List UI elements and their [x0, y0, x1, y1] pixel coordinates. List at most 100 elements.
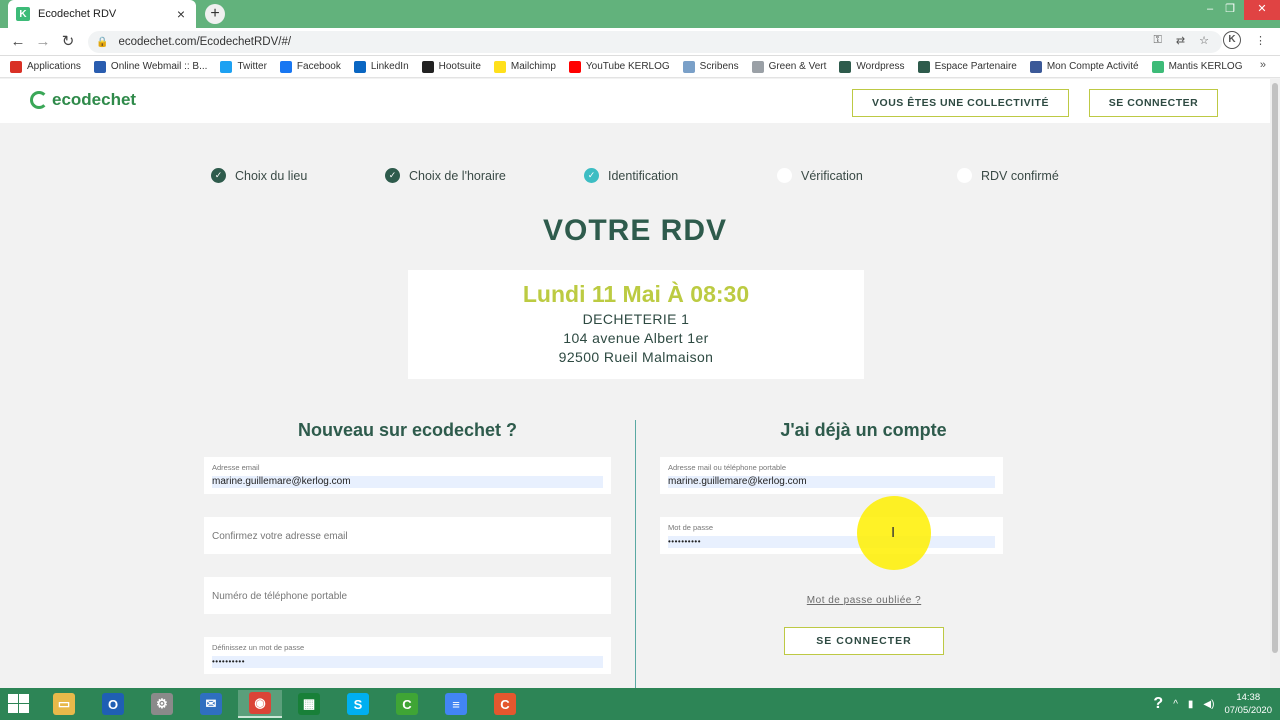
step-label: Vérification — [801, 168, 863, 183]
menu-icon[interactable]: ⋮ — [1255, 34, 1266, 47]
tray-chevron-icon[interactable]: ^ — [1173, 699, 1178, 710]
step-1: ✓ Choix du lieu — [211, 168, 307, 183]
close-tab-icon[interactable]: × — [174, 6, 188, 22]
rdv-city: 92500 Rueil Malmaison — [558, 349, 714, 365]
bookmark-label: LinkedIn — [370, 61, 409, 72]
camtasia-recorder-icon: C — [494, 693, 516, 715]
clock-time: 14:38 — [1236, 692, 1261, 703]
file-explorer-icon: ▭ — [53, 693, 75, 715]
bookmark-label: Espace Partenaire — [934, 61, 1017, 72]
rdv-address: 104 avenue Albert 1er — [563, 330, 709, 346]
step-4: Vérification — [777, 168, 863, 183]
scrollbar-thumb[interactable] — [1272, 83, 1278, 653]
phone-field[interactable]: Numéro de téléphone portable — [204, 577, 611, 614]
bookmark-label: Mantis KERLOG — [1168, 61, 1243, 72]
system-tray: ? ^ ▮ ◀) 14:38 07/05/2020 — [1153, 690, 1272, 718]
webmail-icon — [93, 60, 106, 73]
bookmark-item[interactable]: LinkedIn — [353, 60, 409, 73]
windows-start-icon[interactable] — [8, 694, 30, 714]
chrome-icon: ◉ — [249, 692, 271, 714]
page-scrollbar[interactable] — [1270, 79, 1280, 688]
login-button[interactable]: SE CONNECTER — [784, 627, 944, 655]
bookmark-item[interactable]: Wordpress — [839, 60, 905, 73]
account-icon — [1029, 60, 1042, 73]
login-label: Adresse mail ou téléphone portable — [668, 463, 786, 472]
bookmark-item[interactable]: Mailchimp — [493, 60, 556, 73]
header-login-button[interactable]: SE CONNECTER — [1089, 89, 1218, 117]
bookmark-item[interactable]: Hootsuite — [421, 60, 481, 73]
step-label: Choix de l'horaire — [409, 168, 506, 183]
password-field[interactable]: Mot de passe •••••••••• — [660, 517, 1003, 554]
help-icon[interactable]: ? — [1153, 695, 1163, 713]
taskbar-app[interactable]: ▭ — [42, 690, 86, 718]
rdv-date: Lundi 11 Mai À 08:30 — [522, 281, 750, 307]
text-cursor-icon: I — [891, 524, 896, 541]
forward-icon[interactable]: → — [33, 32, 53, 52]
taskbar-app[interactable]: ✉ — [189, 690, 233, 718]
bookmark-item[interactable]: Facebook — [279, 60, 341, 73]
email-field[interactable]: Adresse email marine.guillemare@kerlog.c… — [204, 457, 611, 494]
volume-icon[interactable]: ◀) — [1203, 699, 1214, 710]
bookmark-item[interactable]: Espace Partenaire — [917, 60, 1017, 73]
bookmark-item[interactable]: Mon Compte Activité — [1029, 60, 1139, 73]
bookmark-item[interactable]: Scribens — [682, 60, 739, 73]
twitter-icon — [220, 60, 233, 73]
email-value[interactable]: marine.guillemare@kerlog.com — [212, 476, 603, 488]
clock[interactable]: 14:38 07/05/2020 — [1224, 691, 1272, 717]
site-header: ecodechet VOUS ÊTES UNE COLLECTIVITÉ SE … — [0, 79, 1270, 123]
bookmark-item[interactable]: Green & Vert — [751, 60, 826, 73]
clock-date: 07/05/2020 — [1224, 705, 1272, 716]
taskbar-app[interactable]: ▦ — [287, 690, 331, 718]
green-vert-icon — [751, 60, 764, 73]
browser-tab-bar: K Ecodechet RDV × + – ❐ ✕ — [0, 0, 1280, 28]
taskbar-app[interactable]: ≡ — [434, 690, 478, 718]
bookmark-item[interactable]: Applications — [10, 60, 81, 73]
bookmarks-more-icon[interactable]: » — [1260, 59, 1266, 71]
taskbar-app[interactable]: ◉ — [238, 690, 282, 718]
login-field[interactable]: Adresse mail ou téléphone portable marin… — [660, 457, 1003, 494]
login-value[interactable]: marine.guillemare@kerlog.com — [668, 476, 995, 488]
ecodechet-logo[interactable]: ecodechet — [30, 90, 136, 110]
taskbar-app[interactable]: C — [483, 690, 527, 718]
bookmark-item[interactable]: Mantis KERLOG — [1151, 60, 1243, 73]
forgot-password-link[interactable]: Mot de passe oubliée ? — [634, 595, 1094, 606]
kerlog-icon — [839, 60, 852, 73]
restore-window-icon[interactable]: ❐ — [1216, 0, 1244, 20]
taskbar-app[interactable]: C — [385, 690, 429, 718]
hootsuite-icon — [421, 60, 434, 73]
profile-avatar[interactable]: K — [1223, 31, 1241, 49]
outlook-icon: O — [102, 693, 124, 715]
new-password-field[interactable]: Définissez un mot de passe •••••••••• — [204, 637, 611, 674]
bookmark-item[interactable]: YouTube KERLOG — [568, 60, 670, 73]
taskbar-app[interactable]: O — [91, 690, 135, 718]
taskbar-app[interactable]: ⚙ — [140, 690, 184, 718]
password-value[interactable]: •••••••••• — [668, 536, 995, 548]
step-label: RDV confirmé — [981, 168, 1059, 183]
address-bar: ← → ↻ 🔒 ecodechet.com/EcodechetRDV/#/ ⚿ … — [0, 28, 1280, 56]
new-tab-button[interactable]: + — [205, 4, 225, 24]
new-password-value[interactable]: •••••••••• — [212, 656, 603, 668]
close-window-icon[interactable]: ✕ — [1244, 0, 1280, 20]
translate-icon[interactable]: ⇄ — [1176, 34, 1185, 47]
bookmarks-bar: Applications Online Webmail :: B... Twitte… — [0, 56, 1280, 78]
reload-icon[interactable]: ↻ — [58, 32, 78, 52]
star-icon[interactable]: ☆ — [1199, 34, 1209, 47]
step-empty-icon — [777, 168, 792, 183]
key-icon[interactable]: ⚿ — [1154, 34, 1162, 47]
thunderbird-icon: ✉ — [200, 693, 222, 715]
bookmark-label: Twitter — [237, 61, 267, 72]
back-icon[interactable]: ← — [8, 32, 28, 52]
check-icon: ✓ — [584, 168, 599, 183]
bookmark-item[interactable]: Online Webmail :: B... — [93, 60, 207, 73]
bookmark-label: Wordpress — [856, 61, 905, 72]
youtube-icon — [568, 60, 581, 73]
network-icon[interactable]: ▮ — [1188, 699, 1194, 710]
taskbar-app[interactable]: S — [336, 690, 380, 718]
omnibox[interactable]: 🔒 ecodechet.com/EcodechetRDV/#/ — [88, 31, 1222, 53]
email-label: Adresse email — [212, 463, 260, 472]
bookmark-item[interactable]: Twitter — [220, 60, 267, 73]
collectivite-button[interactable]: VOUS ÊTES UNE COLLECTIVITÉ — [852, 89, 1069, 117]
confirm-email-field[interactable]: Confirmez votre adresse email — [204, 517, 611, 554]
kerlog-favicon-icon: K — [16, 7, 30, 21]
browser-tab[interactable]: K Ecodechet RDV × — [8, 0, 196, 28]
